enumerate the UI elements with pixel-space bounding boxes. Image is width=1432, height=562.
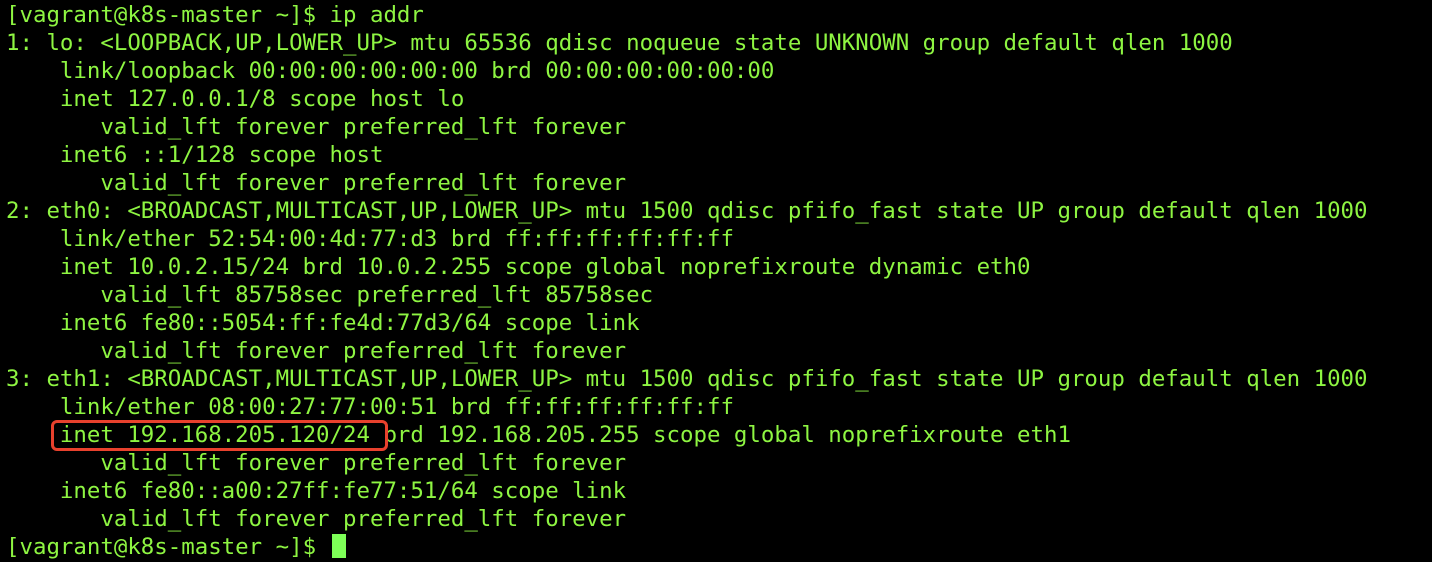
terminal-line-text: inet6 fe80::a00:27ff:fe77:51/64 scope li…: [6, 478, 627, 504]
terminal-line-lo-inet: inet 127.0.0.1/8 scope host lo: [0, 85, 1432, 113]
terminal-line-text: inet 127.0.0.1/8 scope host lo: [6, 86, 465, 112]
terminal-line-text: inet6 fe80::5054:ff:fe4d:77d3/64 scope l…: [6, 310, 640, 336]
terminal-line-text: valid_lft forever preferred_lft forever: [6, 506, 627, 532]
highlight-box-eth1-ip: [51, 420, 388, 451]
terminal-line-text: valid_lft 85758sec preferred_lft 85758se…: [6, 282, 654, 308]
terminal-line-text: link/ether 52:54:00:4d:77:d3 brd ff:ff:f…: [6, 226, 734, 252]
terminal-line-text: 1: lo: <LOOPBACK,UP,LOWER_UP> mtu 65536 …: [6, 30, 1233, 56]
terminal-line-text: valid_lft forever preferred_lft forever: [6, 114, 627, 140]
terminal-line-prompt-command: [vagrant@k8s-master ~]$ ip addr: [0, 1, 1432, 29]
terminal-line-eth0-inet: inet 10.0.2.15/24 brd 10.0.2.255 scope g…: [0, 253, 1432, 281]
terminal-line-lo-inet-lft: valid_lft forever preferred_lft forever: [0, 113, 1432, 141]
terminal-line-text: inet6 ::1/128 scope host: [6, 142, 384, 168]
terminal-line-text: valid_lft forever preferred_lft forever: [6, 450, 627, 476]
terminal-line-eth0-header: 2: eth0: <BROADCAST,MULTICAST,UP,LOWER_U…: [0, 197, 1432, 225]
terminal-window[interactable]: [vagrant@k8s-master ~]$ ip addr 1: lo: <…: [0, 0, 1432, 562]
terminal-line-prompt[interactable]: [vagrant@k8s-master ~]$: [0, 533, 1432, 561]
terminal-line-lo-inet6-lft: valid_lft forever preferred_lft forever: [0, 169, 1432, 197]
terminal-line-eth0-link: link/ether 52:54:00:4d:77:d3 brd ff:ff:f…: [0, 225, 1432, 253]
terminal-line-eth1-header: 3: eth1: <BROADCAST,MULTICAST,UP,LOWER_U…: [0, 365, 1432, 393]
terminal-line-eth1-inet-lft: valid_lft forever preferred_lft forever: [0, 449, 1432, 477]
terminal-line-text: valid_lft forever preferred_lft forever: [6, 170, 627, 196]
terminal-line-text: link/loopback 00:00:00:00:00:00 brd 00:0…: [6, 58, 775, 84]
terminal-prompt-text: [vagrant@k8s-master ~]$: [6, 534, 330, 560]
terminal-line-lo-link: link/loopback 00:00:00:00:00:00 brd 00:0…: [0, 57, 1432, 85]
terminal-line-eth1-inet6-lft: valid_lft forever preferred_lft forever: [0, 505, 1432, 533]
terminal-line-text: link/ether 08:00:27:77:00:51 brd ff:ff:f…: [6, 394, 734, 420]
terminal-line-text: 3: eth1: <BROADCAST,MULTICAST,UP,LOWER_U…: [6, 366, 1368, 392]
terminal-line-lo-inet6: inet6 ::1/128 scope host: [0, 141, 1432, 169]
terminal-line-eth0-inet6-lft: valid_lft forever preferred_lft forever: [0, 337, 1432, 365]
terminal-cursor: [331, 534, 346, 558]
terminal-line-text: 2: eth0: <BROADCAST,MULTICAST,UP,LOWER_U…: [6, 198, 1368, 224]
terminal-line-eth1-link: link/ether 08:00:27:77:00:51 brd ff:ff:f…: [0, 393, 1432, 421]
terminal-line-eth0-inet-lft: valid_lft 85758sec preferred_lft 85758se…: [0, 281, 1432, 309]
terminal-line-eth1-inet6: inet6 fe80::a00:27ff:fe77:51/64 scope li…: [0, 477, 1432, 505]
terminal-line-text: valid_lft forever preferred_lft forever: [6, 338, 627, 364]
terminal-line-eth0-inet6: inet6 fe80::5054:ff:fe4d:77d3/64 scope l…: [0, 309, 1432, 337]
terminal-line-text: inet 10.0.2.15/24 brd 10.0.2.255 scope g…: [6, 254, 1031, 280]
terminal-line-lo-header: 1: lo: <LOOPBACK,UP,LOWER_UP> mtu 65536 …: [0, 29, 1432, 57]
terminal-line-text: [vagrant@k8s-master ~]$ ip addr: [6, 2, 424, 28]
